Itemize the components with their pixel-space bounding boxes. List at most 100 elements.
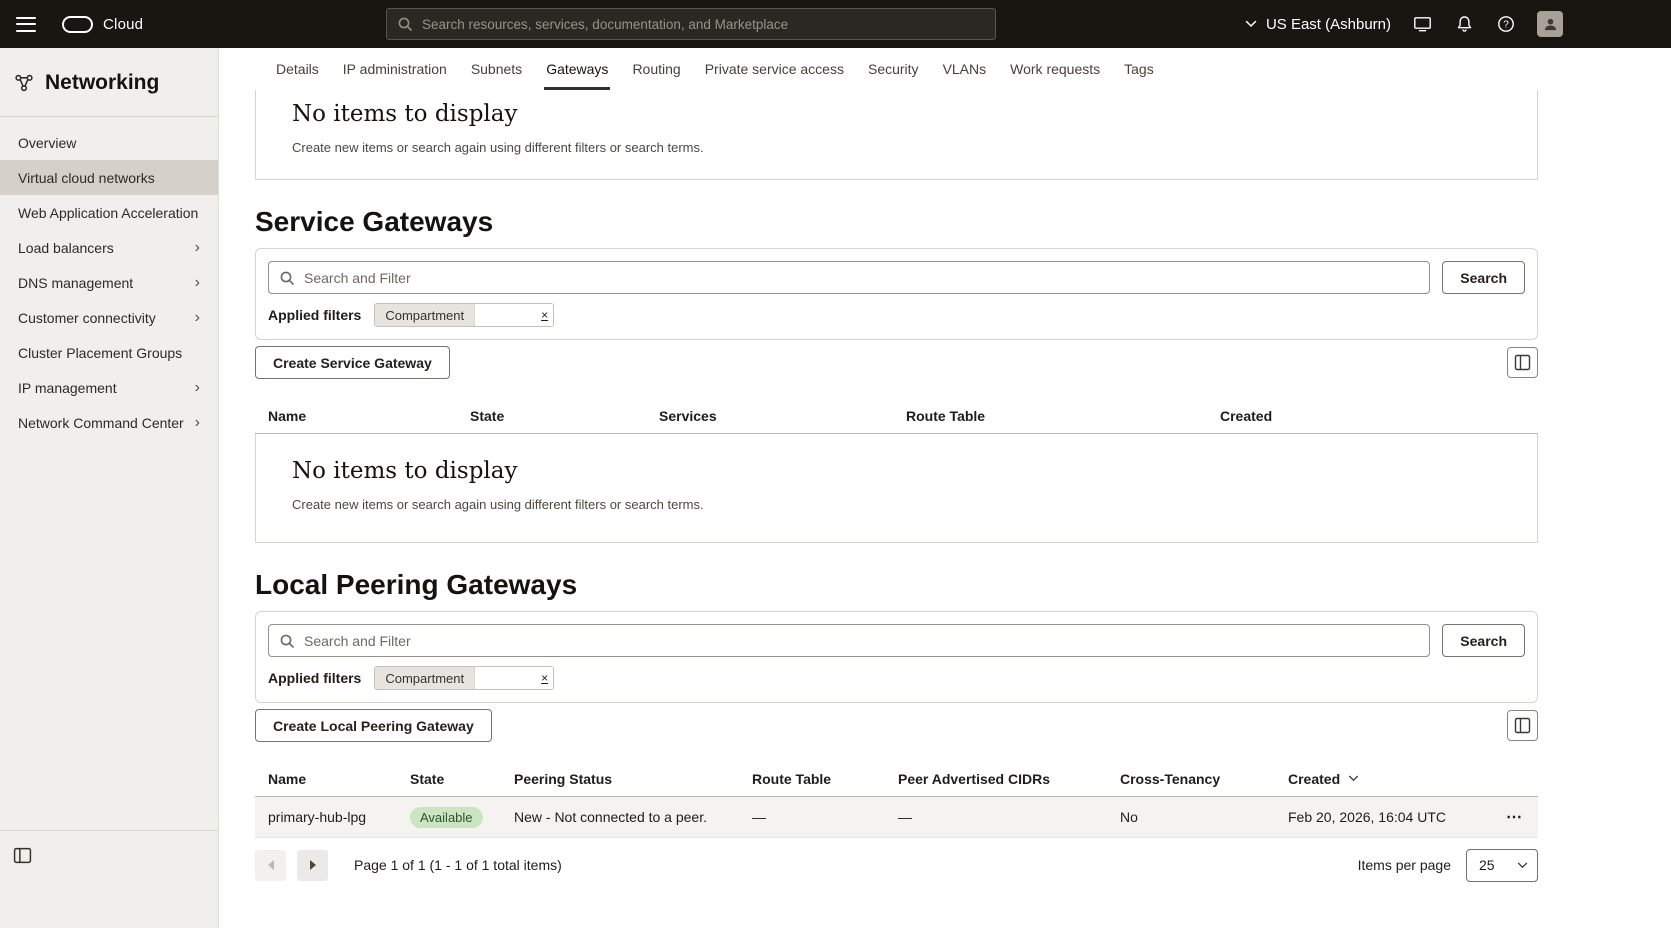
chevron-right-icon: › <box>195 275 200 291</box>
tab-security[interactable]: Security <box>856 48 931 90</box>
sidebar-item-cluster-placement-groups[interactable]: Cluster Placement Groups <box>0 335 218 370</box>
sidebar-item-label: IP management <box>18 380 117 396</box>
collapse-sidebar-button[interactable] <box>13 846 32 868</box>
cell-created: Feb 20, 2026, 16:04 UTC <box>1288 809 1525 825</box>
local-peering-gateways-title: Local Peering Gateways <box>255 569 1671 601</box>
local-peering-gateways-table-settings-button[interactable] <box>1507 710 1538 741</box>
remove-filter-icon[interactable]: × <box>536 667 553 689</box>
sidebar-item-ip-management[interactable]: IP management › <box>0 370 218 405</box>
column-header[interactable]: State <box>410 771 514 787</box>
column-header[interactable]: Cross-Tenancy <box>1120 771 1288 787</box>
networking-icon <box>14 73 34 93</box>
previous-page-button[interactable] <box>255 850 286 881</box>
arrow-left-icon <box>267 860 275 870</box>
sidebar: Networking Overview Virtual cloud networ… <box>0 48 219 928</box>
column-header[interactable]: Created <box>1220 408 1525 424</box>
tab-subnets[interactable]: Subnets <box>459 48 534 90</box>
sidebar-item-web-application-acceleration[interactable]: Web Application Acceleration <box>0 195 218 230</box>
service-gateways-search-field[interactable] <box>304 270 1419 286</box>
tab-routing[interactable]: Routing <box>620 48 692 90</box>
column-header[interactable]: State <box>470 408 659 424</box>
filter-chip-label: Compartment <box>375 667 474 689</box>
tab-vlans[interactable]: VLANs <box>931 48 999 90</box>
collapse-panel-icon <box>13 846 32 865</box>
search-icon <box>279 270 295 286</box>
local-peering-gateways-search-field[interactable] <box>304 633 1419 649</box>
filter-chip-value <box>474 667 536 689</box>
sidebar-item-label: Web Application Acceleration <box>18 205 198 221</box>
cloud-shell-button[interactable] <box>1411 13 1434 35</box>
pagination-summary: Page 1 of 1 (1 - 1 of 1 total items) <box>354 857 562 873</box>
sidebar-item-virtual-cloud-networks[interactable]: Virtual cloud networks <box>0 160 218 195</box>
service-gateways-table-settings-button[interactable] <box>1507 347 1538 378</box>
chevron-right-icon: › <box>195 415 200 431</box>
sidebar-item-customer-connectivity[interactable]: Customer connectivity› <box>0 300 218 335</box>
gateways-content: No items to display Create new items or … <box>219 90 1671 882</box>
chevron-down-icon <box>1245 20 1257 28</box>
chevron-right-icon: › <box>195 380 200 396</box>
cell-state: Available <box>410 807 514 828</box>
column-header[interactable]: Name <box>268 771 410 787</box>
sidebar-item-dns-management[interactable]: DNS management› <box>0 265 218 300</box>
global-search-input[interactable] <box>386 8 996 40</box>
user-menu-button[interactable] <box>1537 11 1563 37</box>
service-gateways-search-input[interactable] <box>268 261 1430 294</box>
sidebar-header: Networking <box>0 48 218 117</box>
service-gateways-table: Name State Services Route Table Created … <box>255 398 1538 543</box>
pagination: Page 1 of 1 (1 - 1 of 1 total items) Ite… <box>255 848 1538 882</box>
column-header[interactable]: Route Table <box>752 771 898 787</box>
column-header[interactable]: Name <box>268 408 470 424</box>
service-gateways-empty-state: No items to display Create new items or … <box>255 434 1538 543</box>
local-peering-gateways-table-header: Name State Peering Status Route Table Pe… <box>255 761 1538 797</box>
sidebar-item-label: Network Command Center <box>18 415 184 431</box>
tab-gateways[interactable]: Gateways <box>534 48 620 90</box>
local-peering-gateways-filter-card: Search Applied filters Compartment × <box>255 611 1538 703</box>
sidebar-item-label: Customer connectivity <box>18 310 156 326</box>
sidebar-item-network-command-center[interactable]: Network Command Center › <box>0 405 218 440</box>
person-icon <box>1543 17 1558 32</box>
empty-state-subtitle: Create new items or search again using d… <box>292 140 1501 155</box>
local-peering-gateways-search-input[interactable] <box>268 624 1430 657</box>
next-page-button[interactable] <box>297 850 328 881</box>
tab-details[interactable]: Details <box>264 48 331 90</box>
remove-filter-icon[interactable]: × <box>536 304 553 326</box>
global-search-field[interactable] <box>422 17 985 32</box>
svg-text:?: ? <box>1503 20 1509 31</box>
filter-chip-value <box>474 304 536 326</box>
region-selector[interactable]: US East (Ashburn) <box>1245 16 1391 33</box>
sidebar-item-overview[interactable]: Overview <box>0 125 218 160</box>
empty-state-title: No items to display <box>292 101 1501 127</box>
service-gateways-search-button[interactable]: Search <box>1442 261 1525 294</box>
tab-work-requests[interactable]: Work requests <box>998 48 1112 90</box>
filter-chip-label: Compartment <box>375 304 474 326</box>
main-content: Details IP administration Subnets Gatewa… <box>219 48 1671 928</box>
sidebar-nav: Overview Virtual cloud networks Web Appl… <box>0 117 218 440</box>
column-header[interactable]: Peer Advertised CIDRs <box>898 771 1120 787</box>
columns-icon <box>1514 354 1531 371</box>
local-peering-gateways-actions: Create Local Peering Gateway <box>255 709 1538 742</box>
items-per-page-select[interactable]: 25 <box>1466 849 1538 882</box>
sidebar-item-load-balancers[interactable]: Load balancers› <box>0 230 218 265</box>
bell-icon <box>1456 15 1473 33</box>
notifications-button[interactable] <box>1454 13 1475 35</box>
top-bar: Cloud US East (Ashburn) ? <box>0 0 1671 48</box>
column-header-sorted[interactable]: Created <box>1288 771 1525 787</box>
row-actions-icon[interactable]: ⋯ <box>1506 807 1524 827</box>
local-peering-gateways-search-button[interactable]: Search <box>1442 624 1525 657</box>
column-header[interactable]: Services <box>659 408 906 424</box>
sidebar-item-label: Virtual cloud networks <box>18 170 155 186</box>
tab-private-service-access[interactable]: Private service access <box>693 48 856 90</box>
sidebar-item-label: Overview <box>18 135 76 151</box>
create-local-peering-gateway-button[interactable]: Create Local Peering Gateway <box>255 709 492 742</box>
create-service-gateway-button[interactable]: Create Service Gateway <box>255 346 450 379</box>
column-header[interactable]: Route Table <box>906 408 1220 424</box>
tab-tags[interactable]: Tags <box>1112 48 1166 90</box>
compartment-filter-chip: Compartment × <box>374 666 554 690</box>
table-row[interactable]: primary-hub-lpg Available New - Not conn… <box>255 797 1538 838</box>
cell-cross-tenancy: No <box>1120 809 1288 825</box>
tab-ip-administration[interactable]: IP administration <box>331 48 459 90</box>
column-header[interactable]: Peering Status <box>514 771 752 787</box>
search-icon <box>397 16 413 32</box>
hamburger-menu-button[interactable] <box>16 17 36 32</box>
help-button[interactable]: ? <box>1495 13 1517 35</box>
